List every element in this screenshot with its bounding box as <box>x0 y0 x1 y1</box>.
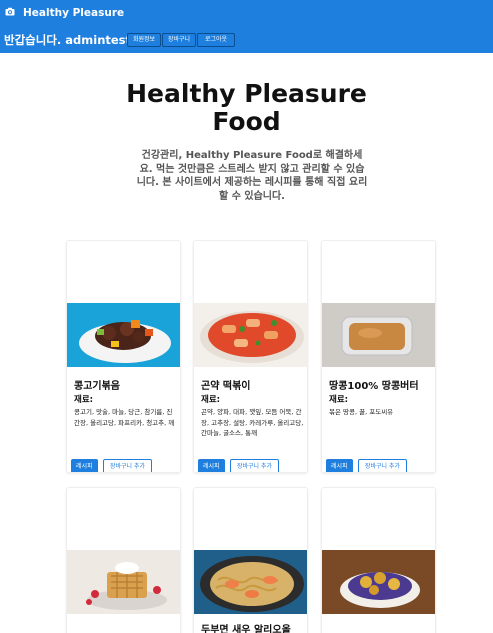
ingredients-label: 재료: <box>329 395 349 405</box>
recipe-card: 콩고기볶음 재료: 콩고기, 맛술, 마늘, 당근, 참기름, 진간장, 올리고… <box>66 240 181 473</box>
ingredients-text: 콩고기, 맛술, 마늘, 당근, 참기름, 진간장, 올리고당, 파프리카, 청… <box>74 408 175 427</box>
tteokbokki-image <box>194 303 307 367</box>
camera-icon <box>5 7 15 19</box>
waffle-image <box>67 550 180 614</box>
recipe-button[interactable]: 레시피 <box>198 459 225 472</box>
shrimp-pasta-image <box>194 550 307 614</box>
card-title: 콩고기볶음 <box>74 381 120 392</box>
page-title: Healthy Pleasure Food <box>126 79 367 136</box>
welcome-message: 반갑습니다. admintest님 <box>4 33 142 47</box>
ingredients-label: 재료: <box>201 395 221 405</box>
stir-fry-image <box>67 303 180 367</box>
card-title: 두부면 새우 알리오올 <box>201 625 291 633</box>
recipe-card: 곤약 떡볶이 재료: 곤약, 양파, 대파, 깻잎, 모듬 어묵, 간장, 고추… <box>193 240 308 473</box>
brand-link[interactable]: Healthy Pleasure <box>5 7 124 19</box>
recipe-card: 땅콩100% 땅콩버터 재료: 볶은 땅콩, 꿀, 포도씨유 레시피 장바구니 … <box>321 240 436 473</box>
add-to-cart-button[interactable]: 장바구니 추가 <box>358 459 408 472</box>
member-info-button[interactable]: 회원정보 <box>127 33 161 47</box>
recipe-card <box>321 487 436 633</box>
recipe-card: 두부면 새우 알리오올 <box>193 487 308 633</box>
ingredients-text: 곤약, 양파, 대파, 깻잎, 모듬 어묵, 간장, 고추장, 설탕, 카레가루… <box>201 408 304 437</box>
add-to-cart-button[interactable]: 장바구니 추가 <box>230 459 280 472</box>
recipe-button[interactable]: 레시피 <box>71 459 98 472</box>
dessert-bowl-image <box>322 550 435 614</box>
brand-text: Healthy Pleasure <box>23 7 125 19</box>
logout-button[interactable]: 로그아웃 <box>197 33 235 47</box>
recipe-card <box>66 487 181 633</box>
top-navbar: Healthy Pleasure 반갑습니다. admintest님 회원정보 … <box>0 0 493 53</box>
card-title: 땅콩100% 땅콩버터 <box>329 381 419 392</box>
add-to-cart-button[interactable]: 장바구니 추가 <box>103 459 153 472</box>
cart-button[interactable]: 장바구니 <box>162 33 196 47</box>
ingredients-text: 볶은 땅콩, 꿀, 포도씨유 <box>329 408 394 416</box>
recipe-button[interactable]: 레시피 <box>326 459 353 472</box>
peanut-butter-image <box>322 303 435 367</box>
card-title: 곤약 떡볶이 <box>201 381 251 392</box>
page-subtitle: 건강관리, Healthy Pleasure Food로 해결하세요. 먹는 것… <box>136 150 368 202</box>
ingredients-label: 재료: <box>74 395 94 405</box>
